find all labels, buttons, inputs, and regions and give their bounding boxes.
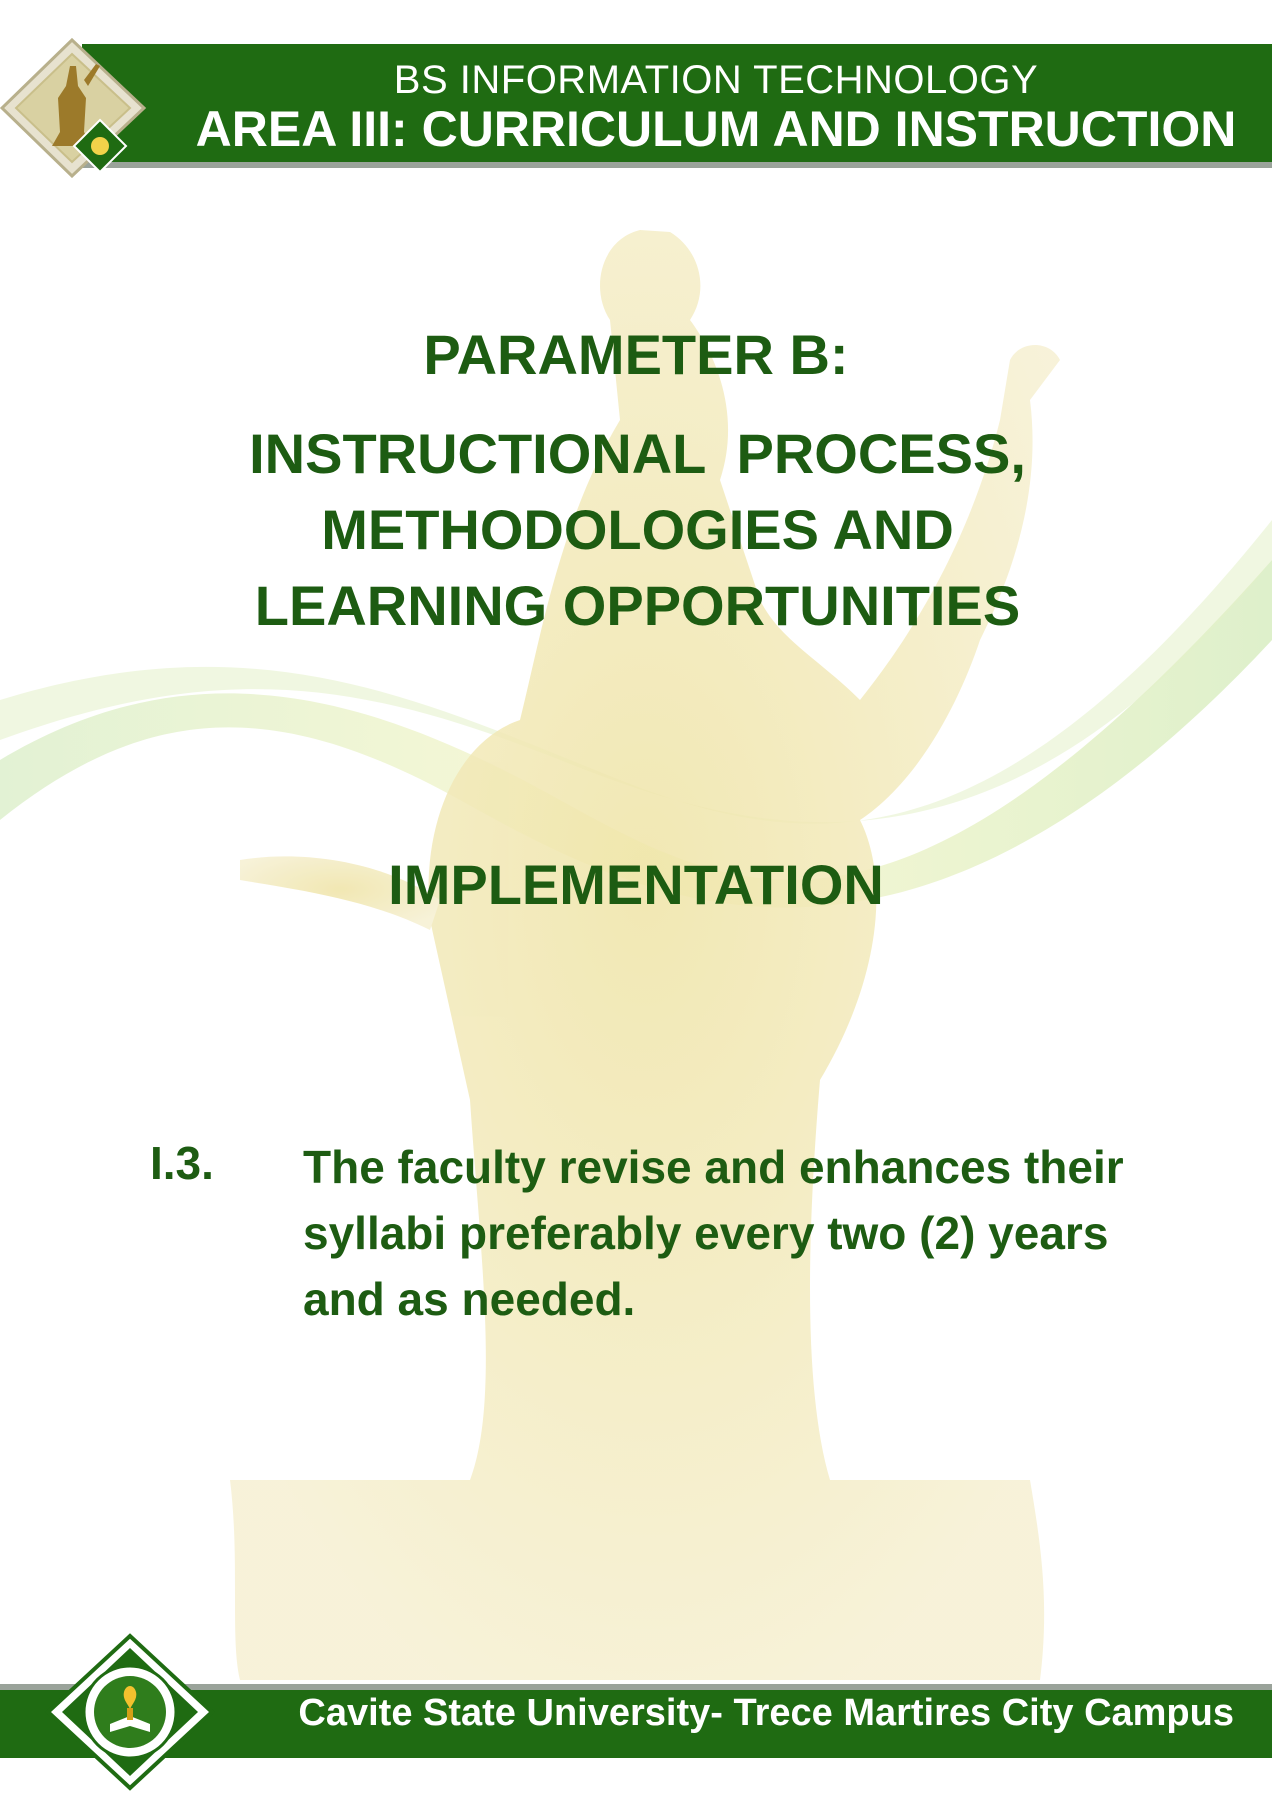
item-text: The faculty revise and enhances their sy… bbox=[303, 1141, 1124, 1325]
item-number: I.3. bbox=[150, 1137, 214, 1189]
university-seal-icon bbox=[45, 1633, 215, 1791]
parameter-subtitle: INSTRUCTIONAL PROCESS, METHODOLOGIES AND… bbox=[249, 422, 1026, 637]
document-page: BS INFORMATION TECHNOLOGY AREA III: CURR… bbox=[0, 0, 1272, 1800]
area-title: AREA III: CURRICULUM AND INSTRUCTION bbox=[195, 101, 1237, 157]
section-heading: IMPLEMENTATION bbox=[388, 853, 884, 916]
parameter-title: PARAMETER B: bbox=[423, 323, 849, 386]
campus-name: Cavite State University- Trece Martires … bbox=[298, 1692, 1234, 1734]
program-title: BS INFORMATION TECHNOLOGY bbox=[393, 58, 1039, 102]
